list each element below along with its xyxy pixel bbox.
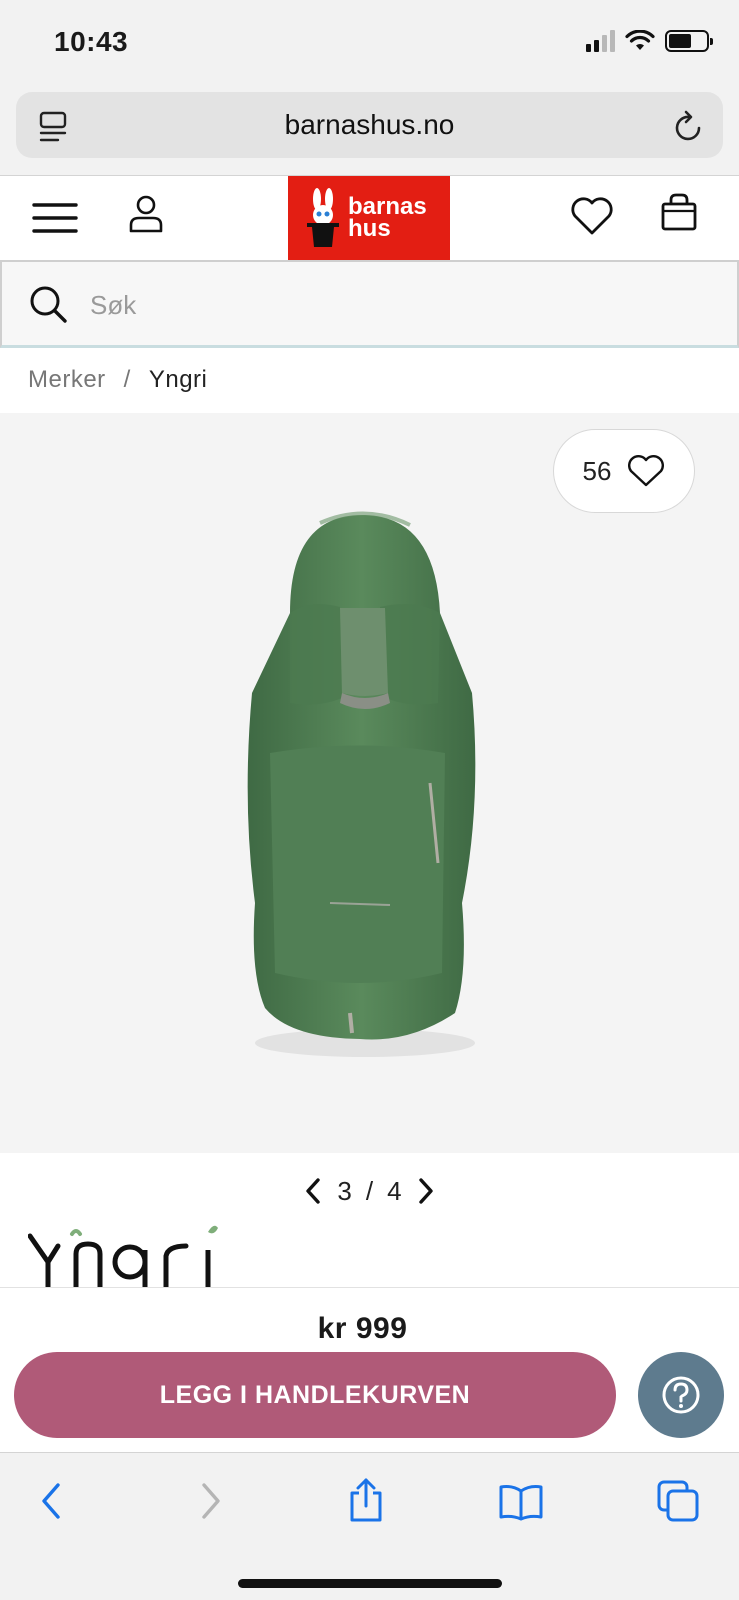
bag-icon[interactable] bbox=[660, 192, 698, 232]
heart-outline-icon bbox=[628, 455, 665, 487]
search-placeholder: Søk bbox=[90, 290, 137, 320]
breadcrumb-separator: / bbox=[123, 366, 131, 393]
user-icon[interactable] bbox=[128, 194, 164, 234]
home-indicator bbox=[238, 1579, 502, 1588]
heart-icon[interactable] bbox=[570, 196, 614, 236]
battery-icon bbox=[665, 30, 713, 52]
product-image-footmuff bbox=[247, 511, 476, 1057]
browser-toolbar bbox=[0, 1452, 739, 1600]
status-bar: 10:43 bbox=[0, 0, 739, 90]
bookmarks-icon[interactable] bbox=[498, 1483, 544, 1521]
wifi-icon bbox=[625, 30, 655, 50]
site-logo[interactable]: barnas hus bbox=[288, 176, 450, 260]
forward-icon[interactable] bbox=[198, 1481, 224, 1521]
bunny-hat-logo-icon bbox=[307, 188, 339, 247]
brand-logo[interactable] bbox=[28, 1220, 228, 1290]
status-time: 10:43 bbox=[54, 26, 129, 57]
image-total: 4 bbox=[387, 1175, 402, 1206]
browser-bar: barnashus.no bbox=[0, 90, 739, 176]
search-icon bbox=[30, 286, 67, 323]
site-header: barnas hus bbox=[0, 176, 739, 260]
url-text[interactable]: barnashus.no bbox=[285, 109, 455, 141]
like-button[interactable]: 56 bbox=[553, 429, 695, 513]
help-button[interactable] bbox=[638, 1352, 724, 1438]
yngri-wordmark-logo bbox=[28, 1225, 218, 1290]
share-icon[interactable] bbox=[346, 1477, 386, 1523]
reader-icon[interactable] bbox=[38, 111, 68, 143]
signal-icon bbox=[586, 30, 615, 52]
status-icons bbox=[586, 30, 713, 52]
logo-text-line2: hus bbox=[348, 215, 391, 242]
reload-icon[interactable] bbox=[673, 109, 705, 143]
breadcrumb-current: Yngri bbox=[148, 366, 208, 393]
menu-icon[interactable] bbox=[32, 202, 78, 234]
like-count: 56 bbox=[582, 455, 612, 486]
question-icon bbox=[662, 1376, 700, 1414]
address-bar[interactable]: barnashus.no bbox=[16, 92, 723, 158]
chevron-left-icon[interactable] bbox=[303, 1177, 323, 1205]
product-price: kr 999 bbox=[317, 1312, 408, 1345]
product-gallery[interactable]: 56 bbox=[0, 413, 739, 1153]
buy-panel: kr 999 LEGG I HANDLEKURVEN bbox=[0, 1287, 739, 1452]
breadcrumb: Merker / Yngri bbox=[28, 366, 207, 394]
tabs-icon[interactable] bbox=[656, 1479, 700, 1523]
chevron-right-icon[interactable] bbox=[416, 1177, 436, 1205]
add-to-cart-button[interactable]: LEGG I HANDLEKURVEN bbox=[14, 1352, 616, 1438]
search-input[interactable]: Søk bbox=[0, 260, 739, 348]
back-icon[interactable] bbox=[38, 1481, 64, 1521]
image-pager: 3 / 4 bbox=[0, 1168, 739, 1214]
breadcrumb-link-merker[interactable]: Merker bbox=[28, 366, 106, 394]
image-separator: / bbox=[365, 1175, 374, 1206]
image-current: 3 bbox=[337, 1175, 352, 1206]
